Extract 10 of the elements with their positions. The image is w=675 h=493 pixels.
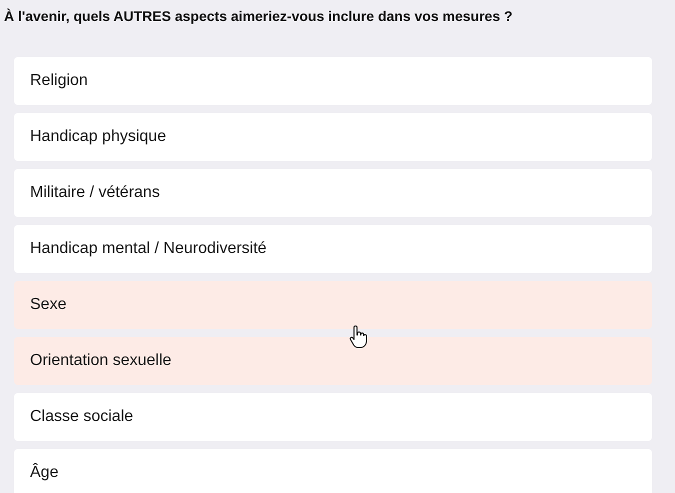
answer-option[interactable]: Âge xyxy=(14,449,652,493)
answer-option[interactable]: Handicap physique xyxy=(14,113,652,161)
answer-option[interactable]: Classe sociale xyxy=(14,393,652,441)
answer-option[interactable]: Handicap mental / Neurodiversité xyxy=(14,225,652,273)
hand-cursor-icon xyxy=(349,325,367,349)
answer-option[interactable]: Religion xyxy=(14,57,652,105)
answer-option[interactable]: Orientation sexuelle xyxy=(14,337,652,385)
answer-option[interactable]: Sexe xyxy=(14,281,652,329)
question-text: À l'avenir, quels AUTRES aspects aimeriez-vous inclure dans vos mesures ? xyxy=(3,7,514,26)
answer-option[interactable]: Militaire / vétérans xyxy=(14,169,652,217)
